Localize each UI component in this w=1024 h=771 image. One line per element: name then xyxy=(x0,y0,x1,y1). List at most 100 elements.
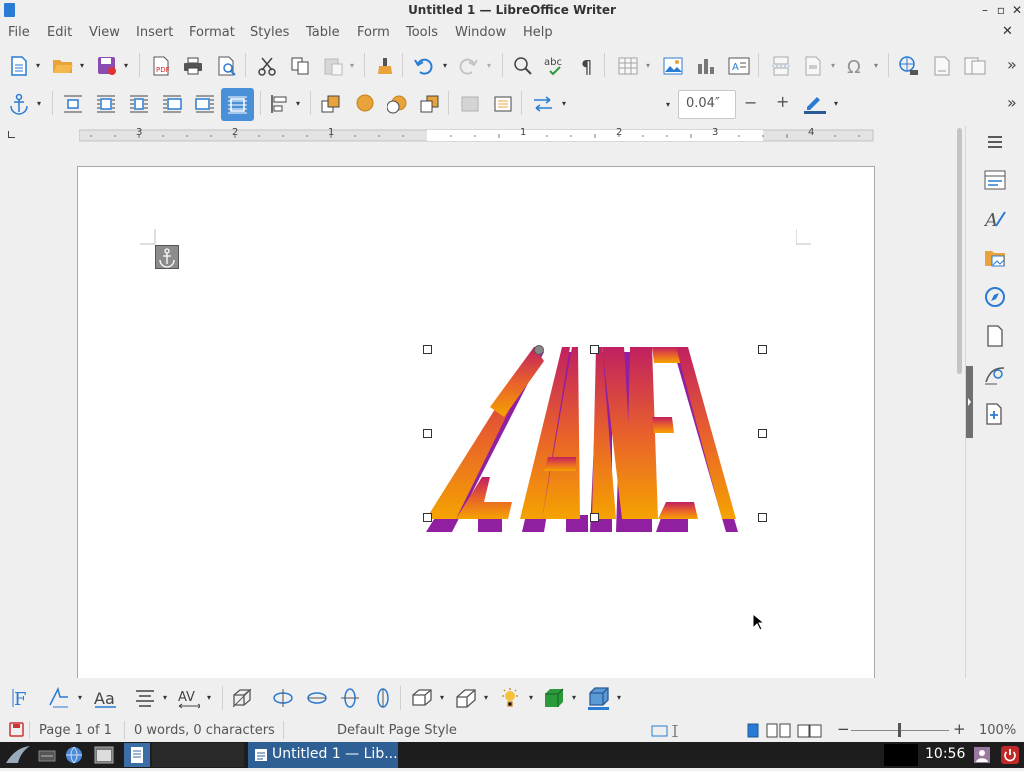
styles-icon[interactable]: A xyxy=(983,207,1007,231)
alignment-dropdown-icon[interactable]: ▾ xyxy=(163,694,171,702)
document-canvas[interactable] xyxy=(0,147,955,678)
menu-format[interactable]: Format xyxy=(189,25,235,40)
resize-handle-top[interactable] xyxy=(590,345,599,354)
resize-handle-top-left[interactable] xyxy=(423,345,432,354)
wrap-off-icon[interactable] xyxy=(62,93,84,115)
fontwork-object[interactable] xyxy=(426,347,764,532)
menu-form[interactable]: Form xyxy=(357,25,390,40)
horizontal-ruler[interactable]: 3 2 1 1 2 3 4 xyxy=(0,126,960,146)
extrusion-lighting-icon[interactable] xyxy=(499,687,521,709)
footnote-icon[interactable] xyxy=(931,55,953,77)
word-count[interactable]: 0 words, 0 characters xyxy=(134,723,275,738)
menu-tools[interactable]: Tools xyxy=(406,25,438,40)
redo-dropdown-icon[interactable]: ▾ xyxy=(487,62,495,70)
book-view-icon[interactable] xyxy=(797,723,823,742)
menu-styles[interactable]: Styles xyxy=(250,25,289,40)
user-icon[interactable] xyxy=(973,746,991,768)
object-anchor-icon[interactable] xyxy=(155,245,179,269)
open-folder-icon[interactable] xyxy=(52,55,74,77)
insert-table-icon[interactable] xyxy=(617,55,639,77)
forward-one-icon[interactable] xyxy=(353,93,375,115)
menu-table[interactable]: Table xyxy=(306,25,340,40)
more-tools-chevron-icon[interactable]: » xyxy=(1007,55,1017,74)
fontwork-icon[interactable]: F xyxy=(10,687,32,709)
to-background-icon[interactable] xyxy=(492,93,514,115)
clock[interactable]: 10:56 xyxy=(925,746,965,762)
zoom-in-button[interactable]: + xyxy=(953,720,966,738)
gallery-icon[interactable] xyxy=(983,246,1007,270)
special-character-icon[interactable]: Ω xyxy=(845,55,867,77)
tab-stop-selector-icon[interactable] xyxy=(8,131,15,138)
menu-help[interactable]: Help xyxy=(523,25,553,40)
bring-to-front-icon[interactable] xyxy=(320,93,342,115)
surface-dropdown-icon[interactable]: ▾ xyxy=(572,694,580,702)
style-inspector-icon[interactable] xyxy=(983,363,1007,387)
scrollbar-thumb[interactable] xyxy=(957,128,962,374)
depth-dropdown-icon[interactable]: ▾ xyxy=(440,694,448,702)
close-document-button[interactable]: ✕ xyxy=(1002,24,1013,39)
fontwork-same-letter-heights-icon[interactable]: Aa xyxy=(94,687,116,709)
resize-handle-bottom-right[interactable] xyxy=(758,513,767,522)
undo-icon[interactable] xyxy=(413,55,435,77)
zoom-level[interactable]: 100% xyxy=(979,723,1016,738)
lighting-dropdown-icon[interactable]: ▾ xyxy=(529,694,537,702)
show-desktop-icon[interactable] xyxy=(38,747,58,767)
extrusion-direction-icon[interactable] xyxy=(455,687,477,709)
zoom-slider-thumb[interactable] xyxy=(898,723,901,737)
extrusion-surface-icon[interactable] xyxy=(543,687,565,709)
extrusion-depth-icon[interactable] xyxy=(411,687,433,709)
sidebar-collapse-handle[interactable] xyxy=(966,366,973,438)
field-dropdown-icon[interactable]: ▾ xyxy=(831,62,839,70)
formatting-marks-icon[interactable]: ¶ xyxy=(577,55,599,77)
line-color-dropdown-icon[interactable]: ▾ xyxy=(834,100,842,108)
wrap-left-icon[interactable] xyxy=(161,93,183,115)
page-icon[interactable] xyxy=(983,324,1007,348)
table-dropdown-icon[interactable]: ▾ xyxy=(646,62,654,70)
document-page[interactable] xyxy=(77,166,875,678)
zoom-out-button[interactable]: − xyxy=(837,720,850,738)
arrow-style-dropdown-icon[interactable]: ▾ xyxy=(562,100,570,108)
cut-icon[interactable] xyxy=(256,55,278,77)
extrusion-on-off-icon[interactable] xyxy=(231,687,253,709)
page-wrap-icon[interactable] xyxy=(95,93,117,115)
fontwork-character-spacing-icon[interactable]: AV xyxy=(178,687,200,709)
line-width-decrease-button[interactable]: − xyxy=(744,93,757,112)
tilt-right-icon[interactable] xyxy=(372,687,394,709)
tilt-up-icon[interactable] xyxy=(306,687,328,709)
menu-view[interactable]: View xyxy=(89,25,120,40)
system-tray-area[interactable] xyxy=(884,744,918,766)
menu-insert[interactable]: Insert xyxy=(136,25,173,40)
sidebar-menu-icon[interactable] xyxy=(983,130,1007,154)
comment-icon[interactable] xyxy=(964,55,986,77)
export-pdf-icon[interactable]: PDF xyxy=(150,55,172,77)
page-count[interactable]: Page 1 of 1 xyxy=(39,723,112,738)
multi-page-view-icon[interactable] xyxy=(766,723,792,742)
copy-icon[interactable] xyxy=(289,55,311,77)
line-color-icon[interactable] xyxy=(804,93,826,115)
undo-dropdown-icon[interactable]: ▾ xyxy=(443,62,451,70)
menu-window[interactable]: Window xyxy=(455,25,506,40)
insert-field-icon[interactable] xyxy=(803,55,825,77)
selection-mode-icon[interactable] xyxy=(651,724,681,741)
line-style-select[interactable]: ▾ xyxy=(577,94,674,114)
wrap-through-button[interactable] xyxy=(221,88,254,121)
redo-icon[interactable] xyxy=(457,55,479,77)
document-modified-icon[interactable] xyxy=(9,722,25,742)
save-icon[interactable] xyxy=(96,55,118,77)
send-to-back-icon[interactable] xyxy=(419,93,441,115)
spelling-icon[interactable]: abc xyxy=(544,55,566,77)
line-arrow-style-icon[interactable] xyxy=(532,93,554,115)
back-one-icon[interactable] xyxy=(386,93,408,115)
file-manager-icon[interactable] xyxy=(94,746,114,768)
more-tools-chevron-icon[interactable]: » xyxy=(1007,93,1017,112)
page-break-icon[interactable] xyxy=(770,55,792,77)
paste-dropdown-icon[interactable]: ▾ xyxy=(350,62,358,70)
insert-chart-icon[interactable] xyxy=(695,55,717,77)
clone-formatting-icon[interactable] xyxy=(374,55,396,77)
save-dropdown-icon[interactable]: ▾ xyxy=(124,62,132,70)
hyperlink-icon[interactable] xyxy=(898,55,920,77)
workspace-switcher[interactable] xyxy=(152,743,244,767)
paste-icon[interactable] xyxy=(322,55,344,77)
print-icon[interactable] xyxy=(182,55,204,77)
line-width-input[interactable]: 0.04″ xyxy=(678,90,736,119)
